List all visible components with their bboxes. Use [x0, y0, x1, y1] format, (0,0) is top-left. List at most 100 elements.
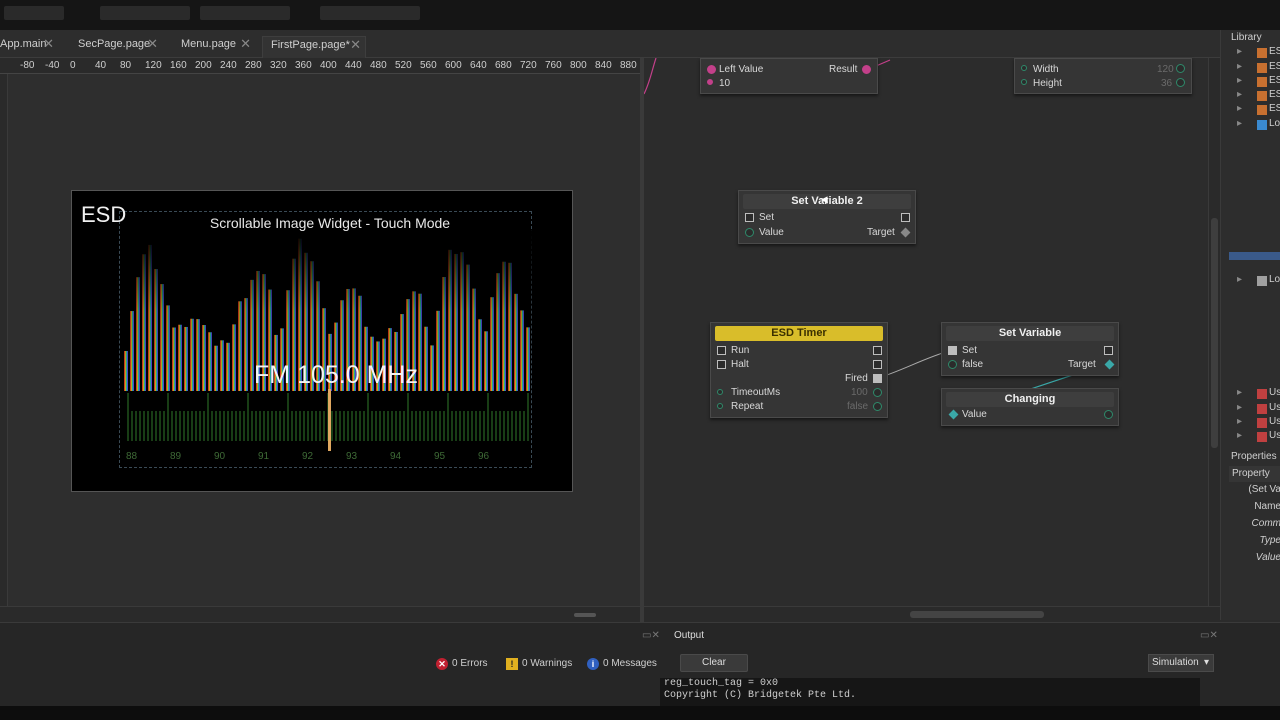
pin-value[interactable]	[707, 79, 713, 85]
library-item-icon[interactable]	[1257, 105, 1267, 115]
close-icon[interactable]: ✕	[240, 36, 251, 52]
expand-arrow-icon[interactable]: ▸	[1237, 274, 1242, 285]
logic-horizontal-scrollbar[interactable]	[644, 606, 1220, 622]
ruler-tick-label: 840	[595, 60, 612, 71]
pin-left-value[interactable]	[707, 65, 716, 74]
logic-vertical-scrollbar[interactable]	[1208, 58, 1220, 606]
property-row[interactable]: (Set Va	[1229, 484, 1280, 500]
errors-badge[interactable]: ✕ 0 Errors	[434, 655, 488, 673]
zoom-slider[interactable]	[574, 613, 596, 617]
library-item-icon[interactable]	[1257, 276, 1267, 286]
expand-arrow-icon[interactable]: ▸	[1237, 89, 1242, 100]
property-row[interactable]: Type	[1229, 535, 1280, 551]
pin-value-out[interactable]	[1104, 410, 1113, 419]
height-value: 36	[1161, 78, 1173, 89]
library-item-label[interactable]: ES	[1269, 89, 1280, 100]
expand-arrow-icon[interactable]: ▸	[1237, 402, 1242, 413]
tuner-needle[interactable]	[328, 389, 331, 451]
pin-fired[interactable]	[873, 374, 882, 383]
close-icon[interactable]: ✕	[350, 37, 361, 53]
pin-result[interactable]	[862, 65, 871, 74]
pin-value[interactable]	[948, 409, 959, 420]
ruler-tick-label: 600	[445, 60, 462, 71]
library-item-label[interactable]: Lo	[1269, 274, 1280, 285]
messages-badge[interactable]: i0 Messages	[585, 655, 657, 673]
scroll-thumb[interactable]	[910, 611, 1044, 618]
ruler-tick-label: 560	[420, 60, 437, 71]
pin-width[interactable]	[1021, 65, 1027, 71]
node-set-variable-2[interactable]: Set Variable 2 Set Value Target	[738, 190, 916, 244]
library-item-label[interactable]: Us	[1269, 402, 1280, 413]
pin-repeat[interactable]	[717, 403, 723, 409]
library-item-label[interactable]: ES	[1269, 75, 1280, 86]
library-item-icon[interactable]	[1257, 48, 1267, 58]
pin-repeat-out[interactable]	[873, 402, 882, 411]
screen-preview[interactable]: 88 89 90 91 92 93 94 95 96 ESD Scrollable Image …	[71, 190, 573, 492]
pin-height[interactable]	[1021, 79, 1027, 85]
close-icon[interactable]: ✕	[147, 36, 158, 52]
pin-set[interactable]	[948, 346, 957, 355]
library-item-icon[interactable]	[1257, 63, 1267, 73]
close-icon[interactable]: ▭✕	[1200, 630, 1218, 641]
pin-height-out[interactable]	[1176, 78, 1185, 87]
node-compare[interactable]: Left Value Result 10	[700, 58, 878, 94]
expand-arrow-icon[interactable]: ▸	[1237, 118, 1242, 129]
library-item-label[interactable]: ES	[1269, 46, 1280, 57]
expand-arrow-icon[interactable]: ▸	[1237, 430, 1242, 441]
library-item-icon[interactable]	[1257, 432, 1267, 442]
library-item-icon[interactable]	[1257, 120, 1267, 130]
library-item-label[interactable]: ES	[1269, 103, 1280, 114]
scroll-thumb[interactable]	[1211, 218, 1218, 448]
pin-halt[interactable]	[717, 360, 726, 369]
pin-set[interactable]	[745, 213, 754, 222]
close-icon[interactable]: ✕	[43, 36, 54, 52]
tab-app-main[interactable]: App.main ✕	[0, 36, 58, 58]
pin-target[interactable]	[900, 227, 911, 238]
node-esd-timer[interactable]: ESD Timer Run Halt Fired TimeoutMs 100 R…	[710, 322, 888, 418]
node-changing[interactable]: Changing Value	[941, 388, 1119, 426]
library-item-label[interactable]: Us	[1269, 416, 1280, 427]
pin-set-out[interactable]	[1104, 346, 1113, 355]
pin-value[interactable]	[948, 360, 957, 369]
expand-arrow-icon[interactable]: ▸	[1237, 416, 1242, 427]
library-item-icon[interactable]	[1257, 404, 1267, 414]
library-item-label[interactable]: Lo	[1269, 118, 1280, 129]
left-horizontal-scrollbar[interactable]	[0, 606, 640, 622]
warnings-badge[interactable]: ! 0 Warnings	[504, 655, 572, 673]
library-item-icon[interactable]	[1257, 389, 1267, 399]
pin-width-out[interactable]	[1176, 64, 1185, 73]
float-icon[interactable]: ▭✕	[642, 630, 660, 641]
mode-select[interactable]: Simulation ▾	[1148, 654, 1214, 672]
tab-secpage[interactable]: SecPage.page ✕	[70, 36, 162, 58]
clear-button[interactable]: Clear	[680, 654, 748, 672]
library-item-icon[interactable]	[1257, 418, 1267, 428]
expand-arrow-icon[interactable]: ▸	[1237, 46, 1242, 57]
pin-set-out[interactable]	[901, 213, 910, 222]
pin-run[interactable]	[717, 346, 726, 355]
library-item-icon[interactable]	[1257, 91, 1267, 101]
pin-halt-out[interactable]	[873, 360, 882, 369]
tab-menu[interactable]: Menu.page ✕	[173, 36, 255, 58]
expand-arrow-icon[interactable]: ▸	[1237, 387, 1242, 398]
property-row[interactable]: Comm	[1229, 518, 1280, 534]
expand-arrow-icon[interactable]: ▸	[1237, 75, 1242, 86]
library-item-label[interactable]: ES	[1269, 61, 1280, 72]
property-row[interactable]: Value	[1229, 552, 1280, 568]
node-size[interactable]: Width 120 Height 36	[1014, 58, 1192, 94]
library-item-label[interactable]: Us	[1269, 430, 1280, 441]
property-row[interactable]: Name	[1229, 501, 1280, 517]
pin-run-out[interactable]	[873, 346, 882, 355]
expand-arrow-icon[interactable]: ▸	[1237, 103, 1242, 114]
output-header: ▭✕ Output ▭✕	[640, 628, 1230, 644]
library-selection	[1229, 252, 1280, 260]
pin-timeout-out[interactable]	[873, 388, 882, 397]
library-item-icon[interactable]	[1257, 77, 1267, 87]
expand-arrow-icon[interactable]: ▸	[1237, 61, 1242, 72]
library-item-label[interactable]: Us	[1269, 387, 1280, 398]
logic-canvas[interactable]: Left Value Result 10 Width 120 Height 36…	[644, 58, 1208, 606]
pin-value[interactable]	[745, 228, 754, 237]
pin-target[interactable]	[1104, 359, 1115, 370]
tab-firstpage[interactable]: FirstPage.page* ✕	[262, 36, 366, 58]
node-set-variable[interactable]: Set Variable Set false Target	[941, 322, 1119, 376]
pin-timeout[interactable]	[717, 389, 723, 395]
